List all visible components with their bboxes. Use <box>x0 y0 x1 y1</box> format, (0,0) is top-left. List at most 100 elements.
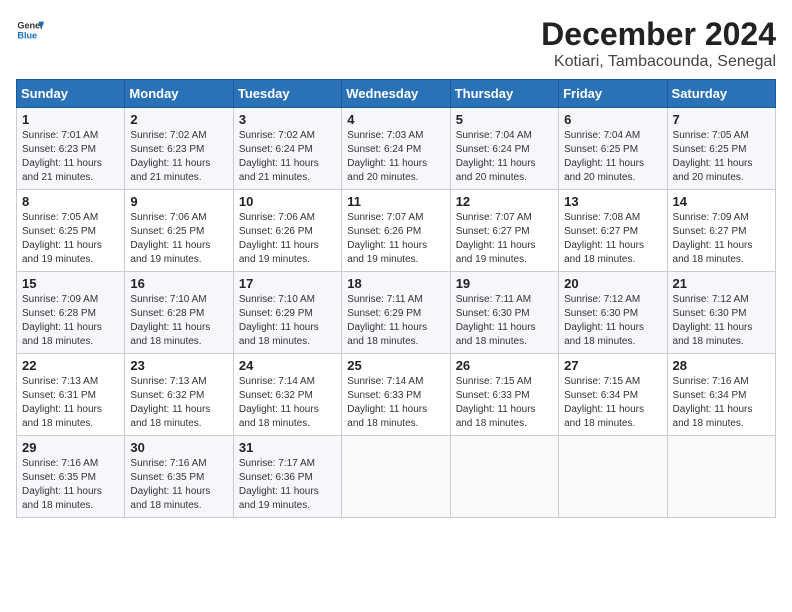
day-number: 31 <box>239 440 336 455</box>
day-number: 13 <box>564 194 661 209</box>
calendar-cell: 24Sunrise: 7:14 AM Sunset: 6:32 PM Dayli… <box>233 354 341 436</box>
calendar-cell: 25 Sunrise: 7:14 AM Sunset: 6:33 PM Dayli… <box>342 354 450 436</box>
calendar-cell: 27 Sunrise: 7:15 AM Sunset: 6:34 PM Dayli… <box>559 354 667 436</box>
calendar-cell: 13 Sunrise: 7:08 AM Sunset: 6:27 PM Dayli… <box>559 190 667 272</box>
day-info: Sunrise: 7:16 AM Sunset: 6:35 PM Dayligh… <box>130 457 227 513</box>
day-info: Sunrise: 7:05 AM Sunset: 6:25 PM Dayligh… <box>22 211 119 267</box>
day-info: Sunrise: 7:06 AM Sunset: 6:25 PM Dayligh… <box>130 211 227 267</box>
calendar-cell: 2 Sunrise: 7:02 AM Sunset: 6:23 PM Daylig… <box>125 108 233 190</box>
calendar-cell: 31 Sunrise: 7:17 AM Sunset: 6:36 PM Dayli… <box>233 436 341 518</box>
calendar-week-2: 8 Sunrise: 7:05 AM Sunset: 6:25 PM Daylig… <box>17 190 776 272</box>
day-info: Sunrise: 7:04 AM Sunset: 6:25 PM Dayligh… <box>564 129 661 185</box>
weekday-wednesday: Wednesday <box>342 80 450 108</box>
day-number: 30 <box>130 440 227 455</box>
calendar-cell: 3 Sunrise: 7:02 AM Sunset: 6:24 PM Daylig… <box>233 108 341 190</box>
calendar-cell: 11Sunrise: 7:07 AM Sunset: 6:26 PM Dayli… <box>342 190 450 272</box>
day-info: Sunrise: 7:03 AM Sunset: 6:24 PM Dayligh… <box>347 129 444 185</box>
day-number: 14 <box>673 194 770 209</box>
day-number: 21 <box>673 276 770 291</box>
day-info: Sunrise: 7:14 AM Sunset: 6:33 PM Dayligh… <box>347 375 444 431</box>
day-number: 26 <box>456 358 553 373</box>
day-number: 15 <box>22 276 119 291</box>
calendar-cell: 1 Sunrise: 7:01 AM Sunset: 6:23 PM Daylig… <box>17 108 125 190</box>
day-info: Sunrise: 7:07 AM Sunset: 6:27 PM Dayligh… <box>456 211 553 267</box>
calendar-cell: 23 Sunrise: 7:13 AM Sunset: 6:32 PM Dayli… <box>125 354 233 436</box>
logo: General Blue <box>16 16 44 44</box>
day-number: 2 <box>130 112 227 127</box>
page-header: General Blue December 2024 Kotiari, Tamb… <box>16 16 776 71</box>
day-info: Sunrise: 7:04 AM Sunset: 6:24 PM Dayligh… <box>456 129 553 185</box>
day-info: Sunrise: 7:01 AM Sunset: 6:23 PM Dayligh… <box>22 129 119 185</box>
day-info: Sunrise: 7:12 AM Sunset: 6:30 PM Dayligh… <box>673 293 770 349</box>
day-info: Sunrise: 7:16 AM Sunset: 6:35 PM Dayligh… <box>22 457 119 513</box>
day-number: 6 <box>564 112 661 127</box>
calendar-cell <box>342 436 450 518</box>
day-number: 3 <box>239 112 336 127</box>
day-info: Sunrise: 7:08 AM Sunset: 6:27 PM Dayligh… <box>564 211 661 267</box>
calendar-cell: 12Sunrise: 7:07 AM Sunset: 6:27 PM Dayli… <box>450 190 558 272</box>
calendar-cell: 20 Sunrise: 7:12 AM Sunset: 6:30 PM Dayli… <box>559 272 667 354</box>
calendar-cell: 5Sunrise: 7:04 AM Sunset: 6:24 PM Daylig… <box>450 108 558 190</box>
day-info: Sunrise: 7:17 AM Sunset: 6:36 PM Dayligh… <box>239 457 336 513</box>
day-info: Sunrise: 7:13 AM Sunset: 6:32 PM Dayligh… <box>130 375 227 431</box>
weekday-friday: Friday <box>559 80 667 108</box>
calendar-cell: 15Sunrise: 7:09 AM Sunset: 6:28 PM Dayli… <box>17 272 125 354</box>
calendar-week-5: 29 Sunrise: 7:16 AM Sunset: 6:35 PM Dayli… <box>17 436 776 518</box>
day-info: Sunrise: 7:13 AM Sunset: 6:31 PM Dayligh… <box>22 375 119 431</box>
calendar-table: SundayMondayTuesdayWednesdayThursdayFrid… <box>16 79 776 518</box>
day-number: 20 <box>564 276 661 291</box>
day-number: 25 <box>347 358 444 373</box>
day-number: 22 <box>22 358 119 373</box>
weekday-thursday: Thursday <box>450 80 558 108</box>
title-block: December 2024 Kotiari, Tambacounda, Sene… <box>541 16 776 71</box>
day-info: Sunrise: 7:15 AM Sunset: 6:33 PM Dayligh… <box>456 375 553 431</box>
day-number: 29 <box>22 440 119 455</box>
weekday-saturday: Saturday <box>667 80 775 108</box>
calendar-cell: 8 Sunrise: 7:05 AM Sunset: 6:25 PM Daylig… <box>17 190 125 272</box>
day-info: Sunrise: 7:10 AM Sunset: 6:28 PM Dayligh… <box>130 293 227 349</box>
page-title: December 2024 <box>541 16 776 53</box>
calendar-cell: 29 Sunrise: 7:16 AM Sunset: 6:35 PM Dayli… <box>17 436 125 518</box>
day-number: 9 <box>130 194 227 209</box>
day-number: 16 <box>130 276 227 291</box>
day-info: Sunrise: 7:12 AM Sunset: 6:30 PM Dayligh… <box>564 293 661 349</box>
calendar-cell <box>450 436 558 518</box>
calendar-cell: 14 Sunrise: 7:09 AM Sunset: 6:27 PM Dayli… <box>667 190 775 272</box>
day-number: 8 <box>22 194 119 209</box>
day-number: 28 <box>673 358 770 373</box>
day-info: Sunrise: 7:16 AM Sunset: 6:34 PM Dayligh… <box>673 375 770 431</box>
weekday-tuesday: Tuesday <box>233 80 341 108</box>
day-number: 18 <box>347 276 444 291</box>
calendar-cell: 6 Sunrise: 7:04 AM Sunset: 6:25 PM Daylig… <box>559 108 667 190</box>
weekday-sunday: Sunday <box>17 80 125 108</box>
calendar-cell: 9 Sunrise: 7:06 AM Sunset: 6:25 PM Daylig… <box>125 190 233 272</box>
day-info: Sunrise: 7:05 AM Sunset: 6:25 PM Dayligh… <box>673 129 770 185</box>
logo-icon: General Blue <box>16 16 44 44</box>
day-number: 23 <box>130 358 227 373</box>
calendar-cell: 18 Sunrise: 7:11 AM Sunset: 6:29 PM Dayli… <box>342 272 450 354</box>
svg-text:Blue: Blue <box>17 30 37 40</box>
day-info: Sunrise: 7:14 AM Sunset: 6:32 PM Dayligh… <box>239 375 336 431</box>
day-number: 19 <box>456 276 553 291</box>
day-number: 27 <box>564 358 661 373</box>
day-info: Sunrise: 7:07 AM Sunset: 6:26 PM Dayligh… <box>347 211 444 267</box>
day-number: 1 <box>22 112 119 127</box>
calendar-cell: 30 Sunrise: 7:16 AM Sunset: 6:35 PM Dayli… <box>125 436 233 518</box>
calendar-week-1: 1 Sunrise: 7:01 AM Sunset: 6:23 PM Daylig… <box>17 108 776 190</box>
day-info: Sunrise: 7:02 AM Sunset: 6:24 PM Dayligh… <box>239 129 336 185</box>
day-info: Sunrise: 7:09 AM Sunset: 6:27 PM Dayligh… <box>673 211 770 267</box>
calendar-cell: 16 Sunrise: 7:10 AM Sunset: 6:28 PM Dayli… <box>125 272 233 354</box>
calendar-cell: 4Sunrise: 7:03 AM Sunset: 6:24 PM Daylig… <box>342 108 450 190</box>
calendar-week-4: 22 Sunrise: 7:13 AM Sunset: 6:31 PM Dayli… <box>17 354 776 436</box>
day-number: 17 <box>239 276 336 291</box>
day-info: Sunrise: 7:15 AM Sunset: 6:34 PM Dayligh… <box>564 375 661 431</box>
calendar-cell: 26 Sunrise: 7:15 AM Sunset: 6:33 PM Dayli… <box>450 354 558 436</box>
page-subtitle: Kotiari, Tambacounda, Senegal <box>541 53 776 71</box>
calendar-cell: 17Sunrise: 7:10 AM Sunset: 6:29 PM Dayli… <box>233 272 341 354</box>
day-info: Sunrise: 7:02 AM Sunset: 6:23 PM Dayligh… <box>130 129 227 185</box>
calendar-body: 1 Sunrise: 7:01 AM Sunset: 6:23 PM Daylig… <box>17 108 776 518</box>
day-info: Sunrise: 7:11 AM Sunset: 6:29 PM Dayligh… <box>347 293 444 349</box>
calendar-cell: 19Sunrise: 7:11 AM Sunset: 6:30 PM Dayli… <box>450 272 558 354</box>
calendar-cell: 10Sunrise: 7:06 AM Sunset: 6:26 PM Dayli… <box>233 190 341 272</box>
calendar-cell <box>559 436 667 518</box>
